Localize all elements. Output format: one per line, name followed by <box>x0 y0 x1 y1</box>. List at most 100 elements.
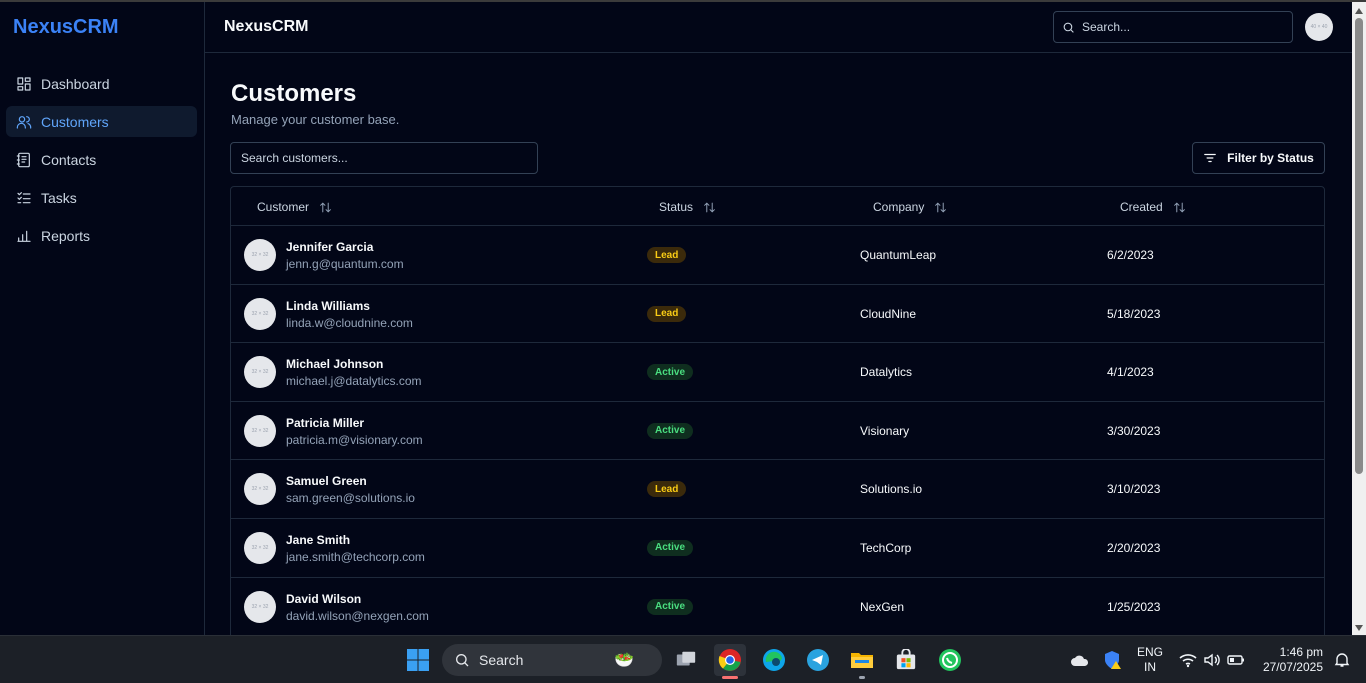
table-row[interactable]: 32 × 32 Linda Williams linda.w@cloudnine… <box>231 285 1324 344</box>
page-scrollbar[interactable] <box>1352 2 1366 635</box>
main-content: Customers Manage your customer base. Sea… <box>205 53 1352 635</box>
taskbar-search-label: Search <box>479 652 524 668</box>
column-header-company[interactable]: Company <box>873 200 947 214</box>
customer-email: michael.j@datalytics.com <box>286 374 422 389</box>
taskbar-search[interactable]: Search 🥗 <box>442 644 662 676</box>
sidebar-item-dashboard[interactable]: Dashboard <box>6 68 197 99</box>
battery-icon[interactable] <box>1220 644 1252 676</box>
status-badge: Active <box>647 364 694 381</box>
explorer-open-indicator <box>859 676 865 679</box>
global-search-placeholder: Search... <box>1082 20 1131 34</box>
customer-avatar: 32 × 32 <box>244 473 276 506</box>
status-badge: Active <box>647 422 694 439</box>
contacts-book-icon <box>16 152 30 167</box>
customer-avatar: 32 × 32 <box>244 531 276 564</box>
language-code: ENG <box>1136 645 1163 659</box>
sidebar-item-label: Tasks <box>41 189 77 206</box>
top-header: NexusCRM Search... 40 × 40 <box>205 2 1352 53</box>
customer-company: TechCorp <box>860 540 912 555</box>
sidebar-item-label: Customers <box>41 113 109 130</box>
sort-icon <box>935 202 947 212</box>
sidebar-nav: Dashboard Customers Contacts Tasks Repor… <box>6 68 197 258</box>
tasks-list-icon <box>17 191 31 203</box>
customer-avatar: 32 × 32 <box>244 590 276 623</box>
customer-company: Datalytics <box>860 365 913 380</box>
customer-avatar: 32 × 32 <box>244 356 276 389</box>
chrome-active-indicator <box>722 676 738 679</box>
windows-start-icon[interactable] <box>402 644 434 676</box>
sidebar-item-customers[interactable]: Customers <box>6 106 197 137</box>
sidebar-item-reports[interactable]: Reports <box>6 220 197 251</box>
sidebar: NexusCRM Dashboard Customers Contacts Ta… <box>0 2 205 635</box>
page-subtitle: Manage your customer base. <box>231 112 400 127</box>
customer-name: Patricia Miller <box>286 415 365 430</box>
customer-search-input[interactable]: Search customers... <box>230 142 538 174</box>
customer-created: 2/20/2023 <box>1107 540 1161 555</box>
sidebar-item-tasks[interactable]: Tasks <box>6 182 197 213</box>
customer-email: jane.smith@techcorp.com <box>286 549 425 564</box>
customer-created: 6/2/2023 <box>1107 248 1154 262</box>
table-header: Customer Status Company Created <box>231 187 1324 226</box>
customer-name: Samuel Green <box>286 474 367 489</box>
status-badge: Lead <box>647 481 687 498</box>
user-avatar[interactable]: 40 × 40 <box>1305 13 1333 41</box>
taskbar-clock[interactable]: 1:46 pm 27/07/2025 <box>1255 645 1323 675</box>
scroll-thumb[interactable] <box>1355 18 1363 474</box>
sort-icon <box>704 202 715 212</box>
status-badge: Lead <box>647 305 687 322</box>
header-title: NexusCRM <box>224 18 309 35</box>
task-view-icon[interactable] <box>670 644 702 676</box>
telegram-icon[interactable] <box>802 644 834 676</box>
onedrive-cloud-icon[interactable] <box>1064 644 1096 676</box>
filter-icon <box>1204 153 1216 163</box>
status-badge: Lead <box>647 247 687 263</box>
microsoft-store-icon[interactable] <box>890 644 922 676</box>
customer-created: 5/18/2023 <box>1107 306 1161 321</box>
table-row[interactable]: 32 × 32 David Wilson david.wilson@nexgen… <box>231 578 1324 635</box>
sidebar-item-contacts[interactable]: Contacts <box>6 144 197 175</box>
language-region: IN <box>1144 660 1156 674</box>
brand-logo[interactable]: NexusCRM <box>13 16 119 39</box>
customer-created: 1/25/2023 <box>1107 599 1161 614</box>
column-label: Created <box>1120 200 1163 214</box>
customer-email: david.wilson@nexgen.com <box>286 608 429 623</box>
security-warning-icon[interactable] <box>1097 644 1129 676</box>
search-icon <box>1063 22 1074 33</box>
column-header-created[interactable]: Created <box>1120 200 1186 214</box>
column-label: Status <box>659 200 694 214</box>
table-row[interactable]: 32 × 32 Samuel Green sam.green@solutions… <box>231 460 1324 519</box>
customer-created: 3/10/2023 <box>1107 482 1161 497</box>
clock-date: 27/07/2025 <box>1262 660 1323 674</box>
status-badge: Active <box>647 539 694 556</box>
edge-icon[interactable] <box>758 644 790 676</box>
notifications-icon[interactable] <box>1326 644 1358 676</box>
customers-table: Customer Status Company Created 32 × 32 <box>230 186 1325 635</box>
scroll-up-arrow-icon[interactable] <box>1355 8 1363 14</box>
global-search-input[interactable]: Search... <box>1053 11 1293 43</box>
customer-created: 4/1/2023 <box>1107 365 1154 380</box>
whatsapp-icon[interactable] <box>934 644 966 676</box>
table-row[interactable]: 32 × 32 Michael Johnson michael.j@dataly… <box>231 343 1324 402</box>
column-label: Company <box>873 200 925 214</box>
customer-company: CloudNine <box>860 306 917 321</box>
column-header-status[interactable]: Status <box>659 200 716 214</box>
filter-button-label: Filter by Status <box>1227 151 1314 165</box>
column-header-customer[interactable]: Customer <box>257 200 332 214</box>
scroll-down-arrow-icon[interactable] <box>1355 625 1363 631</box>
page-title: Customers <box>231 80 357 107</box>
filter-by-status-button[interactable]: Filter by Status <box>1192 142 1325 174</box>
file-explorer-icon[interactable] <box>846 644 878 676</box>
language-indicator[interactable]: ENG IN <box>1134 645 1166 675</box>
table-row[interactable]: 32 × 32 Jennifer Garcia jenn.g@quantum.c… <box>231 226 1324 285</box>
customer-name: Jennifer Garcia <box>286 240 374 254</box>
chrome-icon[interactable] <box>714 644 746 676</box>
customer-name: Michael Johnson <box>286 357 384 372</box>
table-row[interactable]: 32 × 32 Jane Smith jane.smith@techcorp.c… <box>231 519 1324 578</box>
sort-icon <box>1173 202 1185 212</box>
customer-avatar: 32 × 32 <box>244 297 276 330</box>
table-row[interactable]: 32 × 32 Patricia Miller patricia.m@visio… <box>231 402 1324 461</box>
customer-name: Jane Smith <box>286 532 351 547</box>
customer-avatar: 32 × 32 <box>244 414 276 447</box>
customer-company: QuantumLeap <box>860 248 937 262</box>
customer-email: jenn.g@quantum.com <box>286 257 404 271</box>
